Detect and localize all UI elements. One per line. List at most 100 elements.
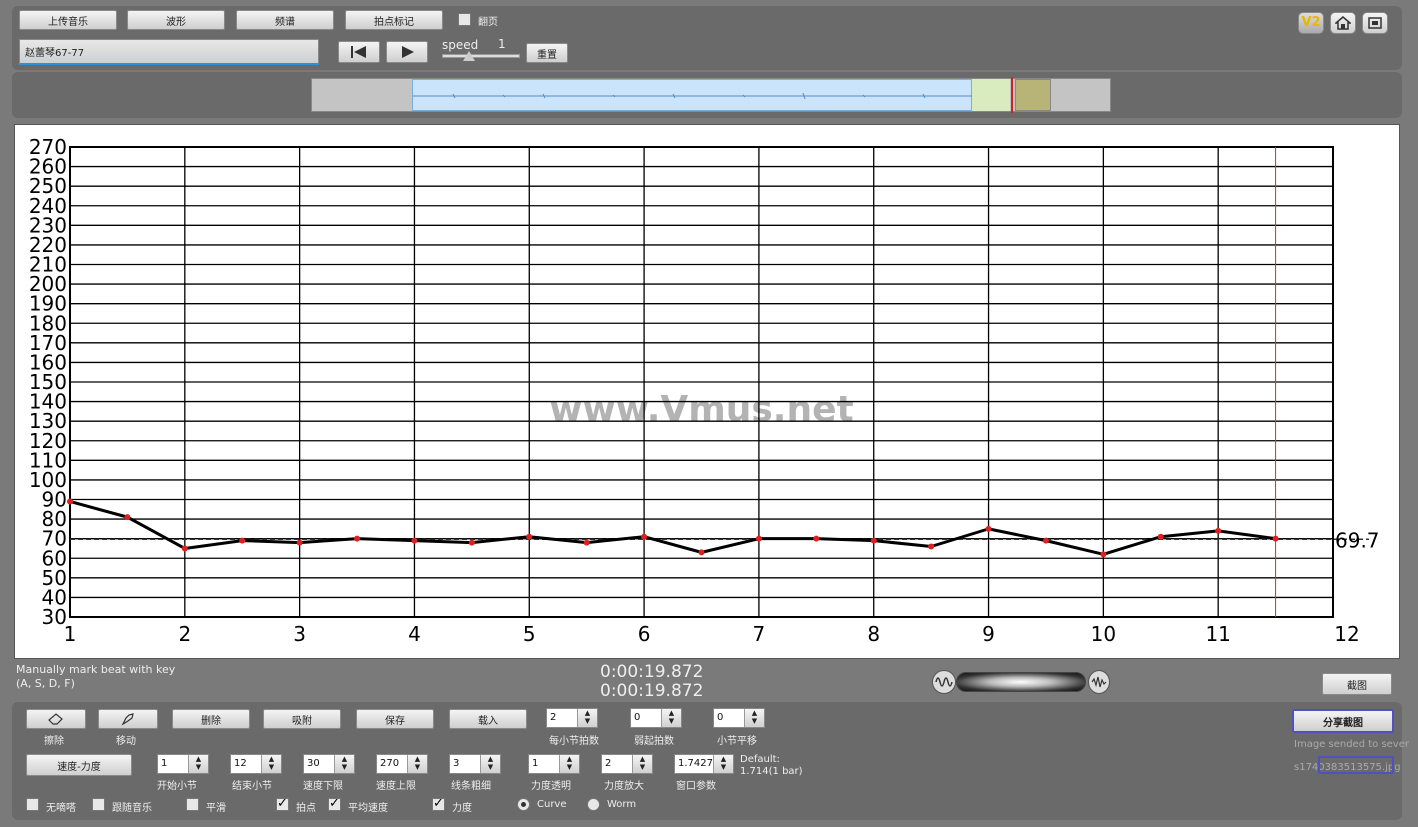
worm-radio[interactable]: [587, 798, 600, 811]
tempo-dynamics-button[interactable]: 速度-力度: [26, 754, 132, 776]
beat-point: [698, 549, 705, 556]
overview-track[interactable]: [311, 77, 1111, 113]
play-icon: [402, 46, 414, 58]
beat-point: [985, 525, 992, 532]
avg-tempo-checkbox[interactable]: [328, 796, 341, 811]
x-tick-label: 10: [1091, 622, 1116, 646]
beat-point: [813, 535, 820, 542]
bar-shift-stepper[interactable]: 0 ▲ ▼: [713, 708, 765, 728]
default-value: 1.714(1 bar): [740, 766, 803, 777]
dynamics-checkbox[interactable]: [432, 796, 445, 811]
move-label: 移动: [116, 736, 136, 747]
end-bar-stepper[interactable]: 12 ▲ ▼: [230, 754, 282, 774]
overview-highlight-light: [972, 79, 1010, 111]
stepper-arrows-icon[interactable]: ▲ ▼: [744, 709, 764, 727]
overview-waveform: [413, 92, 973, 100]
tempo-chart-svg: www.Vmus.net3040506070809010011012013014…: [29, 135, 1380, 646]
beat-point: [411, 537, 418, 544]
no-click-label: 无嘀嗒: [46, 803, 76, 814]
rewind-button[interactable]: [338, 41, 380, 63]
start-bar-stepper[interactable]: 1 ▲ ▼: [157, 754, 209, 774]
reset-button[interactable]: 重置: [526, 43, 568, 63]
beat-point: [296, 539, 303, 546]
overview-panel: [12, 72, 1402, 118]
start-bar-label: 开始小节: [157, 781, 197, 792]
follow-music-checkbox[interactable]: [92, 798, 105, 811]
stepper-arrows-icon[interactable]: ▲ ▼: [577, 709, 597, 727]
speed-slider[interactable]: [442, 51, 520, 61]
screenshot-button[interactable]: 截图: [1322, 673, 1392, 695]
beats-per-bar-stepper[interactable]: 2 ▲ ▼: [546, 708, 598, 728]
window-param-stepper[interactable]: 1.7427 ▲ ▼: [674, 754, 734, 774]
v2-logo[interactable]: V2: [1298, 12, 1324, 34]
smooth-checkbox[interactable]: [186, 798, 199, 811]
beat-mark-button[interactable]: 拍点标记: [345, 10, 443, 30]
beat-point: [124, 514, 131, 521]
upload-music-button[interactable]: 上传音乐: [19, 10, 117, 30]
erase-label: 擦除: [44, 736, 64, 747]
volume-slider[interactable]: [956, 672, 1086, 692]
stepper-arrows-icon[interactable]: ▲ ▼: [480, 755, 500, 773]
no-click-checkbox[interactable]: [26, 798, 39, 811]
x-tick-label: 6: [638, 622, 651, 646]
worm-label: Worm: [607, 799, 637, 810]
beat-point: [526, 533, 533, 540]
stepper-arrows-icon[interactable]: ▲ ▼: [407, 755, 427, 773]
stepper-arrows-icon[interactable]: ▲ ▼: [261, 755, 281, 773]
save-button[interactable]: 保存: [356, 709, 434, 729]
dyn-scale-stepper[interactable]: 2 ▲ ▼: [601, 754, 653, 774]
share-link-box[interactable]: [1318, 756, 1394, 774]
load-button[interactable]: 载入: [449, 709, 527, 729]
overview-highlight-dark: [1015, 79, 1051, 111]
page-turn-checkbox[interactable]: [458, 13, 471, 26]
speed-label: speed: [442, 38, 479, 52]
beat-point: [1157, 533, 1164, 540]
overview-selection[interactable]: [412, 79, 973, 111]
beat-point: [1100, 551, 1107, 558]
stepper-arrows-icon[interactable]: ▲ ▼: [713, 755, 733, 773]
tempo-max-stepper[interactable]: 270 ▲ ▼: [376, 754, 428, 774]
top-panel: 上传音乐 波形 频谱 拍点标记 翻页 赵蕾琴67-77 speed 1 重置 V…: [12, 6, 1402, 70]
dyn-opacity-stepper[interactable]: 1 ▲ ▼: [528, 754, 580, 774]
speed-slider-thumb[interactable]: [463, 51, 475, 61]
line-width-stepper[interactable]: 3 ▲ ▼: [449, 754, 501, 774]
fullscreen-button[interactable]: [1362, 12, 1388, 34]
stepper-arrows-icon[interactable]: ▲ ▼: [334, 755, 354, 773]
pickup-beats-stepper[interactable]: 0 ▲ ▼: [630, 708, 682, 728]
tempo-min-label: 速度下限: [303, 781, 343, 792]
fullscreen-icon: [1368, 17, 1382, 29]
move-button[interactable]: [98, 709, 158, 729]
bar-shift-value: 0: [717, 712, 724, 723]
share-screenshot-button[interactable]: 分享截图: [1292, 709, 1394, 733]
dyn-scale-label: 力度放大: [604, 781, 644, 792]
waveform-toggle-icon[interactable]: [932, 670, 956, 694]
play-button[interactable]: [386, 41, 428, 63]
home-button[interactable]: [1330, 12, 1356, 34]
x-tick-label: 2: [178, 622, 191, 646]
curve-radio[interactable]: [517, 798, 530, 811]
stepper-arrows-icon[interactable]: ▲ ▼: [559, 755, 579, 773]
stepper-arrows-icon[interactable]: ▲ ▼: [632, 755, 652, 773]
spectrum-button[interactable]: 频谱: [236, 10, 334, 30]
tempo-min-stepper[interactable]: 30 ▲ ▼: [303, 754, 355, 774]
waveform-button[interactable]: 波形: [127, 10, 225, 30]
beats-checkbox[interactable]: [276, 796, 289, 811]
x-tick-label: 3: [293, 622, 306, 646]
line-width-label: 线条粗细: [451, 781, 491, 792]
stepper-arrows-icon[interactable]: ▲ ▼: [188, 755, 208, 773]
default-label: Default:: [740, 754, 780, 765]
erase-button[interactable]: [26, 709, 86, 729]
stepper-arrows-icon[interactable]: ▲ ▼: [661, 709, 681, 727]
audio-wave-icon[interactable]: [1088, 670, 1110, 694]
dynamics-label: 力度: [452, 803, 472, 814]
line-width-value: 3: [453, 758, 460, 769]
tempo-chart[interactable]: www.Vmus.net 30 40 50 60 70 80 90 100 110 120 130 14…: [14, 124, 1400, 659]
snap-button[interactable]: 吸附: [263, 709, 341, 729]
delete-button[interactable]: 删除: [172, 709, 250, 729]
volume-control[interactable]: [932, 670, 1110, 694]
file-name-field[interactable]: 赵蕾琴67-77: [19, 39, 319, 65]
overview-playhead[interactable]: [1011, 77, 1013, 113]
tempo-max-value: 270: [380, 758, 400, 769]
beat-point: [354, 535, 361, 542]
beat-point: [239, 537, 246, 544]
